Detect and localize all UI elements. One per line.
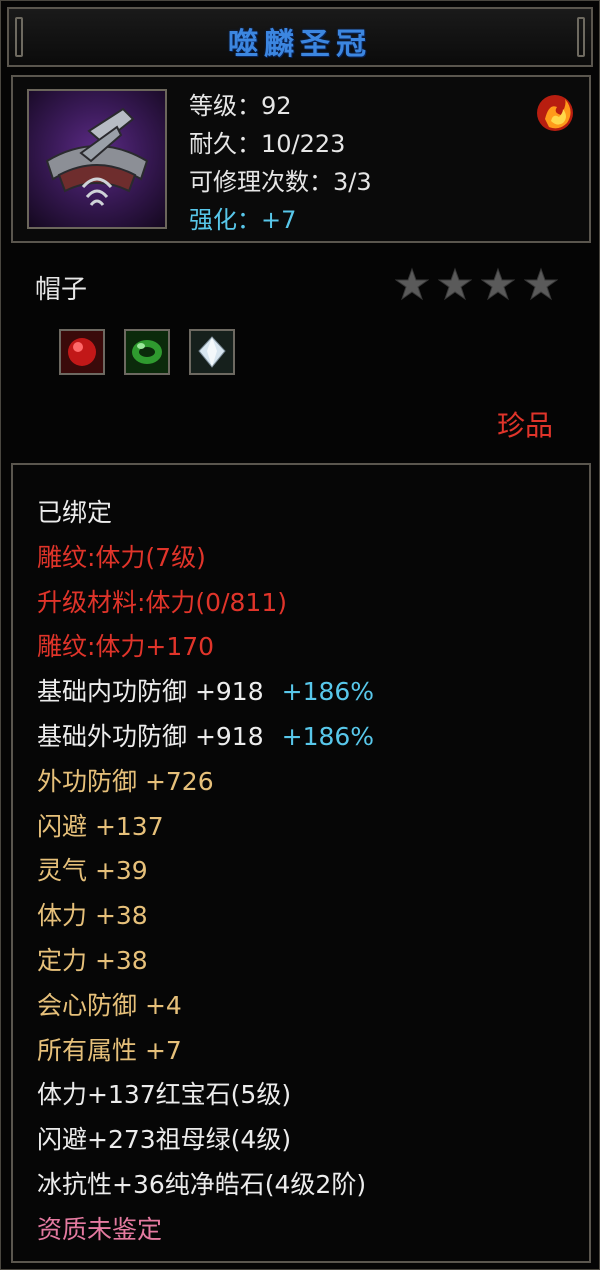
property-line: 雕纹:体力+170 <box>37 632 215 662</box>
star-icon <box>438 267 473 301</box>
property-line: 定力 +38 <box>37 945 148 975</box>
item-stats: 等级：92 耐久：10/223 可修理次数：3/3 强化：+7 <box>189 87 372 239</box>
star-rating <box>395 267 562 305</box>
property-line: 升级材料:体力(0/811) <box>37 587 287 617</box>
gem-socket-2[interactable] <box>124 329 171 375</box>
title-bar: 噬麟圣冠 <box>7 7 593 67</box>
property-line: 灵气 +39 <box>37 856 148 886</box>
item-type: 帽子 <box>35 275 88 305</box>
properties-panel: 已绑定 雕纹:体力(7级) 升级材料:体力(0/811) 雕纹:体力+170 基… <box>11 463 591 1263</box>
gem-socket-3[interactable] <box>189 329 236 375</box>
rarity-label: 珍品 <box>496 409 553 442</box>
property-bonus-percent: +186% <box>281 677 375 707</box>
properties-list: 已绑定 雕纹:体力(7级) 升级材料:体力(0/811) 雕纹:体力+170 基… <box>37 491 374 1253</box>
diamond-gem-icon <box>191 331 234 373</box>
emerald-gem-icon <box>126 331 169 373</box>
repairs-text: 可修理次数：3/3 <box>189 168 372 196</box>
enhance-text: 强化：+7 <box>189 206 297 234</box>
property-base-value: 基础外功防御 +918 <box>37 721 264 751</box>
property-line: 雕纹:体力(7级) <box>37 542 206 572</box>
fire-element-icon <box>537 95 573 131</box>
property-line: 闪避 +137 <box>37 811 164 841</box>
property-line: 冰抗性+36纯净皓石(4级2阶) <box>37 1169 367 1199</box>
property-line: 闪避+273祖母绿(4级) <box>37 1125 292 1155</box>
property-line: 所有属性 +7 <box>37 1035 182 1065</box>
crown-headpiece-icon <box>45 107 149 206</box>
durability-text: 耐久：10/223 <box>189 130 346 158</box>
star-icon <box>481 267 516 301</box>
star-icon <box>524 267 559 301</box>
item-name: 噬麟圣冠 <box>228 27 372 62</box>
gem-sockets <box>59 329 249 377</box>
property-bonus-percent: +186% <box>281 721 375 751</box>
property-line: 基础内功防御 +918 +186% <box>37 670 374 715</box>
property-line: 外功防御 +726 <box>37 766 214 796</box>
gem-socket-1[interactable] <box>59 329 105 375</box>
property-line: 体力 +38 <box>37 901 148 931</box>
property-line: 资质未鉴定 <box>37 1214 163 1244</box>
property-line: 基础外功防御 +918 +186% <box>37 715 374 760</box>
item-tooltip: 噬麟圣冠 等级：92 耐久：10/223 可修理次数：3/3 强化：+7 帽子 … <box>0 0 600 1270</box>
property-line: 体力+137红宝石(5级) <box>37 1080 292 1110</box>
level-text: 等级：92 <box>189 92 292 120</box>
property-line: 已绑定 <box>37 498 113 527</box>
ruby-gem-icon <box>61 331 103 373</box>
property-line: 会心防御 +4 <box>37 990 182 1020</box>
item-header: 等级：92 耐久：10/223 可修理次数：3/3 强化：+7 <box>11 75 591 243</box>
item-icon-slot[interactable] <box>27 89 167 229</box>
property-base-value: 基础内功防御 +918 <box>37 677 264 707</box>
star-icon <box>395 267 429 301</box>
